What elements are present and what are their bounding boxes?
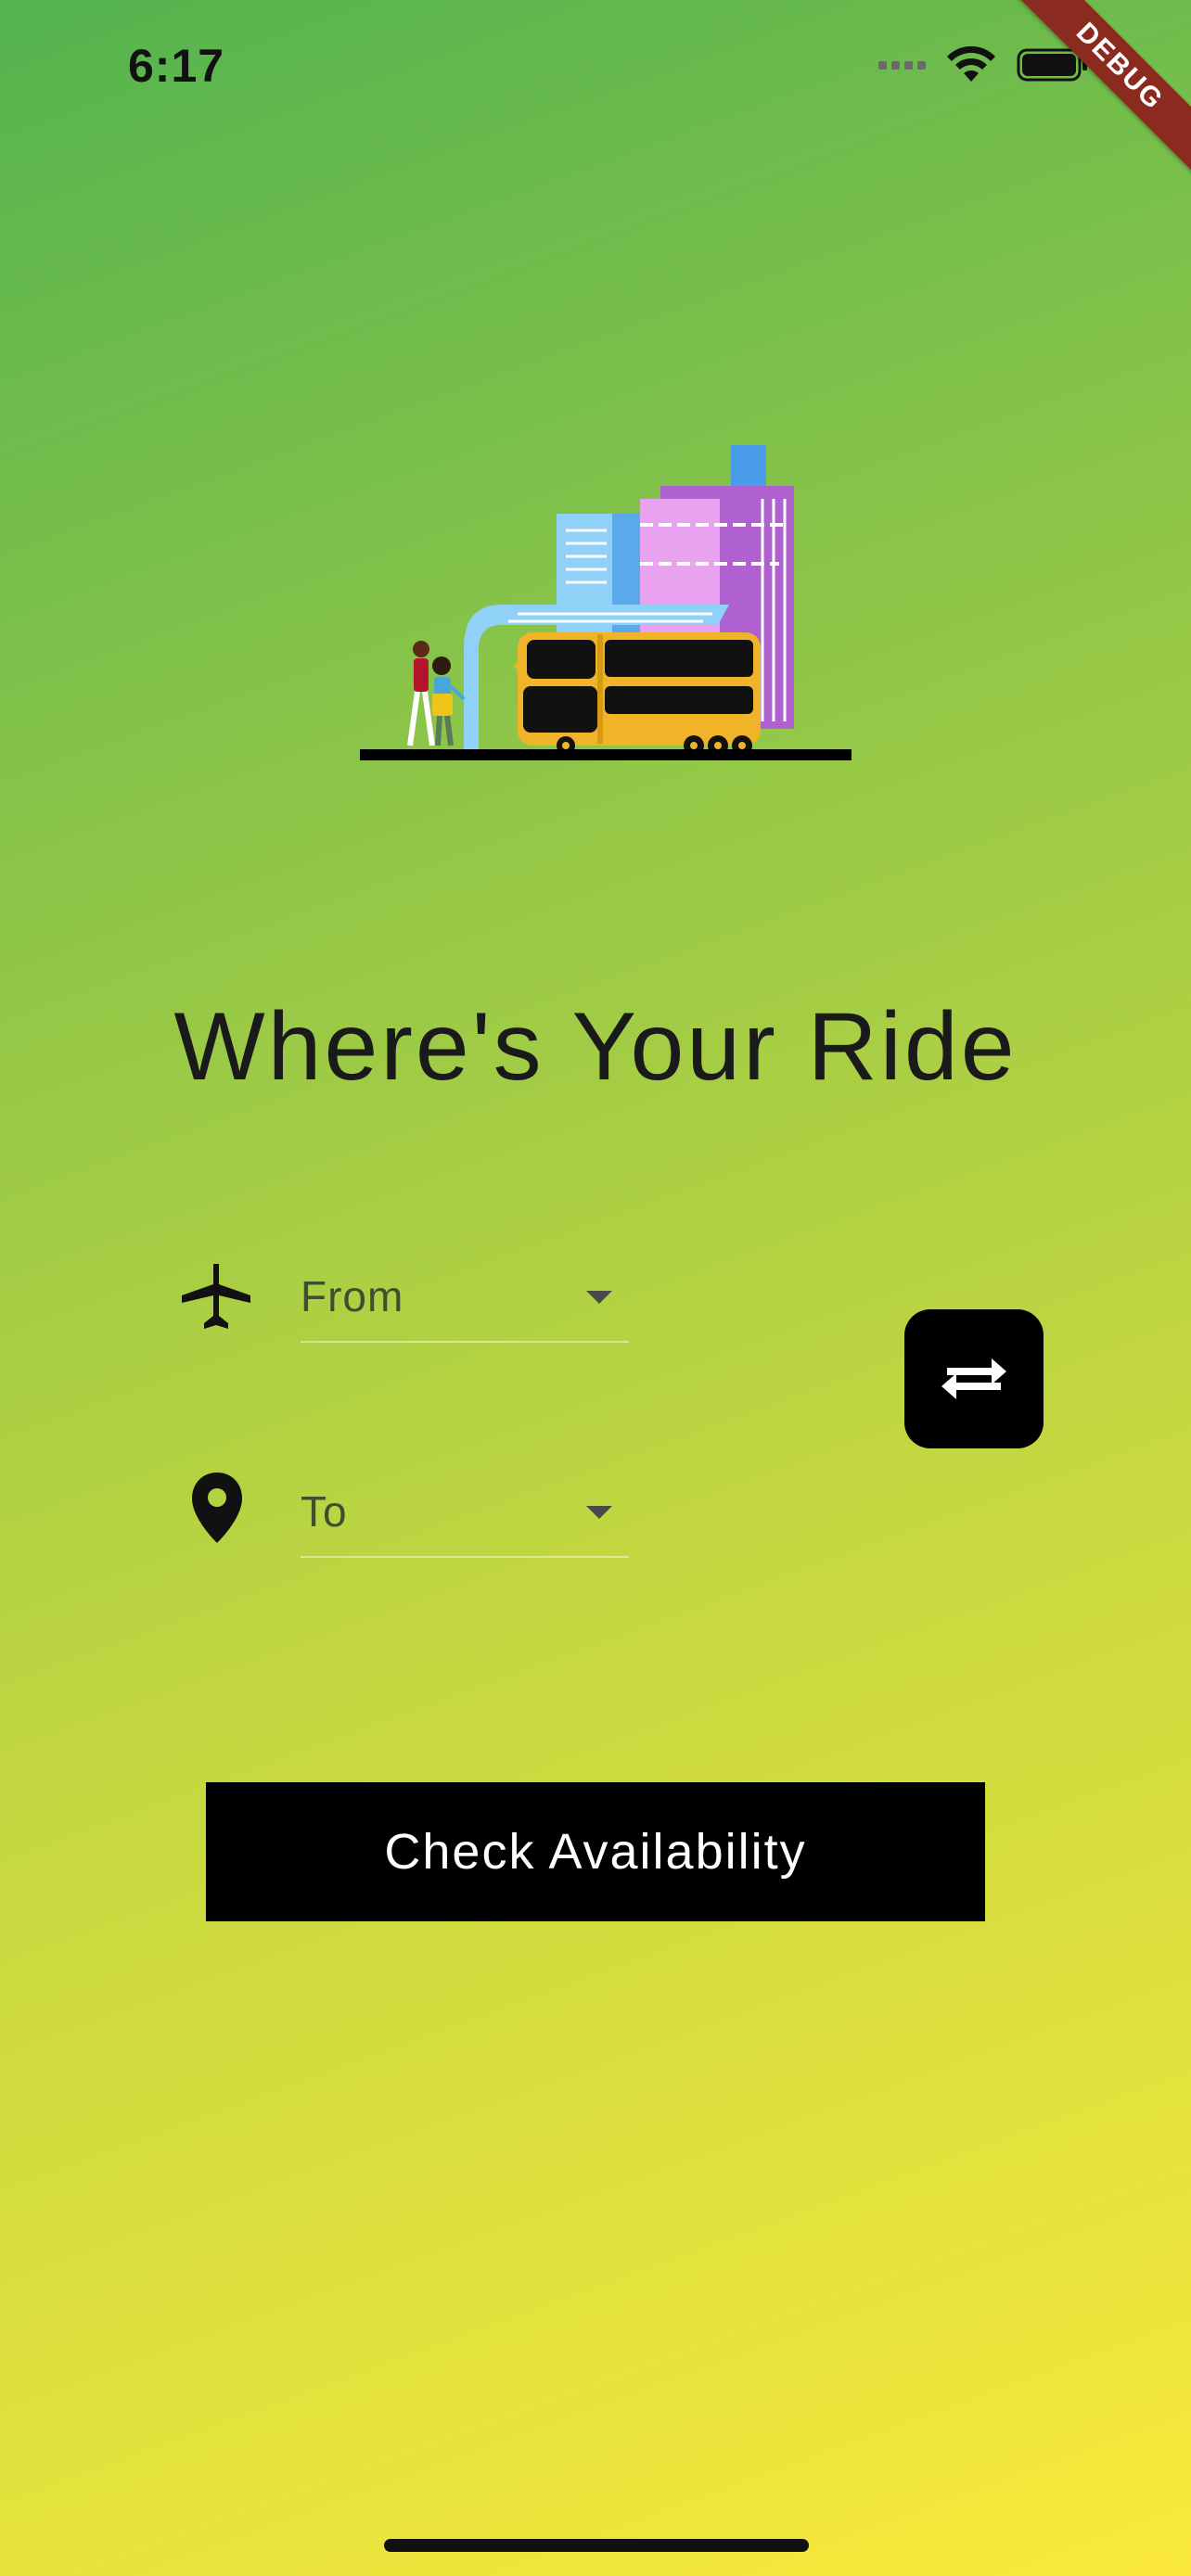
home-indicator [384, 2539, 809, 2552]
swap-arrows-icon [941, 1358, 1006, 1399]
to-dropdown[interactable]: To [301, 1467, 629, 1558]
check-availability-button[interactable]: Check Availability [206, 1782, 985, 1921]
debug-ribbon: DEBUG [1005, 0, 1191, 185]
wifi-icon [946, 46, 996, 83]
from-dropdown[interactable]: From [301, 1252, 629, 1343]
airplane-icon [178, 1256, 254, 1337]
swap-button[interactable] [904, 1309, 1044, 1448]
debug-label: DEBUG [1008, 0, 1191, 178]
page-title: Where's Your Ride [173, 993, 1018, 1101]
status-time: 6:17 [128, 40, 225, 92]
from-placeholder: From [301, 1272, 404, 1320]
chevron-down-icon [586, 1506, 612, 1519]
cellular-signal-icon [878, 60, 926, 70]
chevron-down-icon [586, 1291, 612, 1304]
to-placeholder: To [301, 1487, 348, 1536]
screen: 6:17 DEBUG Where's Your Ride From To Che… [0, 0, 1191, 2576]
bus-stop-illustration [360, 443, 852, 768]
location-pin-icon [189, 1471, 245, 1549]
